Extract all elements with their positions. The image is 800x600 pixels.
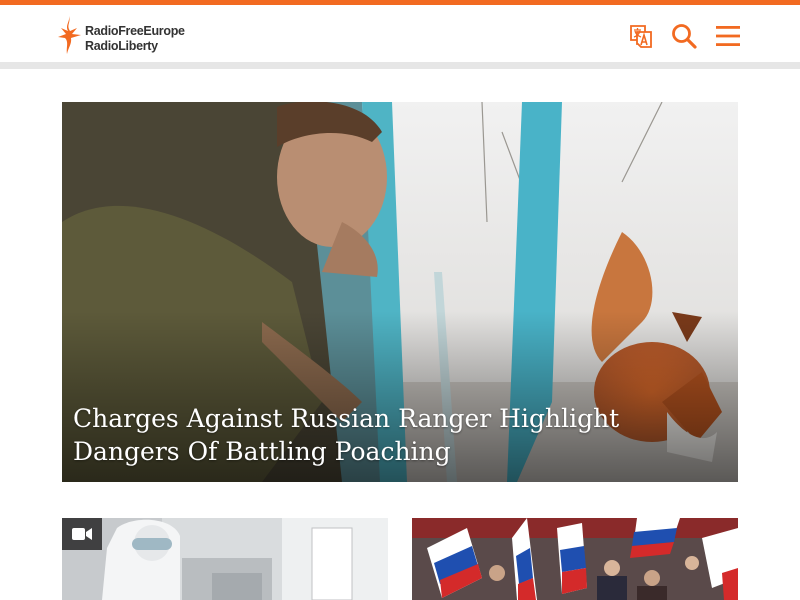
story-card-photo[interactable] bbox=[412, 518, 738, 600]
story-card-video[interactable] bbox=[62, 518, 388, 600]
language-icon bbox=[630, 25, 652, 48]
menu-icon bbox=[716, 26, 740, 46]
hero-story[interactable]: Charges Against Russian Ranger Highlight… bbox=[62, 102, 738, 482]
story-thumbnail-medical bbox=[62, 518, 388, 600]
search-icon bbox=[672, 24, 697, 49]
language-button[interactable] bbox=[624, 19, 658, 53]
hero-headline: Charges Against Russian Ranger Highlight… bbox=[73, 404, 620, 466]
logo-line-1: RadioFreeEurope bbox=[85, 24, 185, 38]
logo-line-2: RadioLiberty bbox=[85, 39, 158, 53]
menu-button[interactable] bbox=[711, 19, 745, 53]
story-thumbnail-rally bbox=[412, 518, 738, 600]
logo-wordmark: RadioFreeEurope RadioLiberty bbox=[85, 24, 185, 54]
search-button[interactable] bbox=[667, 19, 701, 53]
site-logo[interactable]: RadioFreeEurope RadioLiberty bbox=[57, 15, 197, 59]
video-camera-icon bbox=[72, 528, 92, 540]
video-badge bbox=[62, 518, 102, 550]
header-divider bbox=[0, 62, 800, 69]
logo-flame-icon bbox=[58, 16, 81, 54]
site-header: RadioFreeEurope RadioLiberty bbox=[0, 5, 800, 62]
